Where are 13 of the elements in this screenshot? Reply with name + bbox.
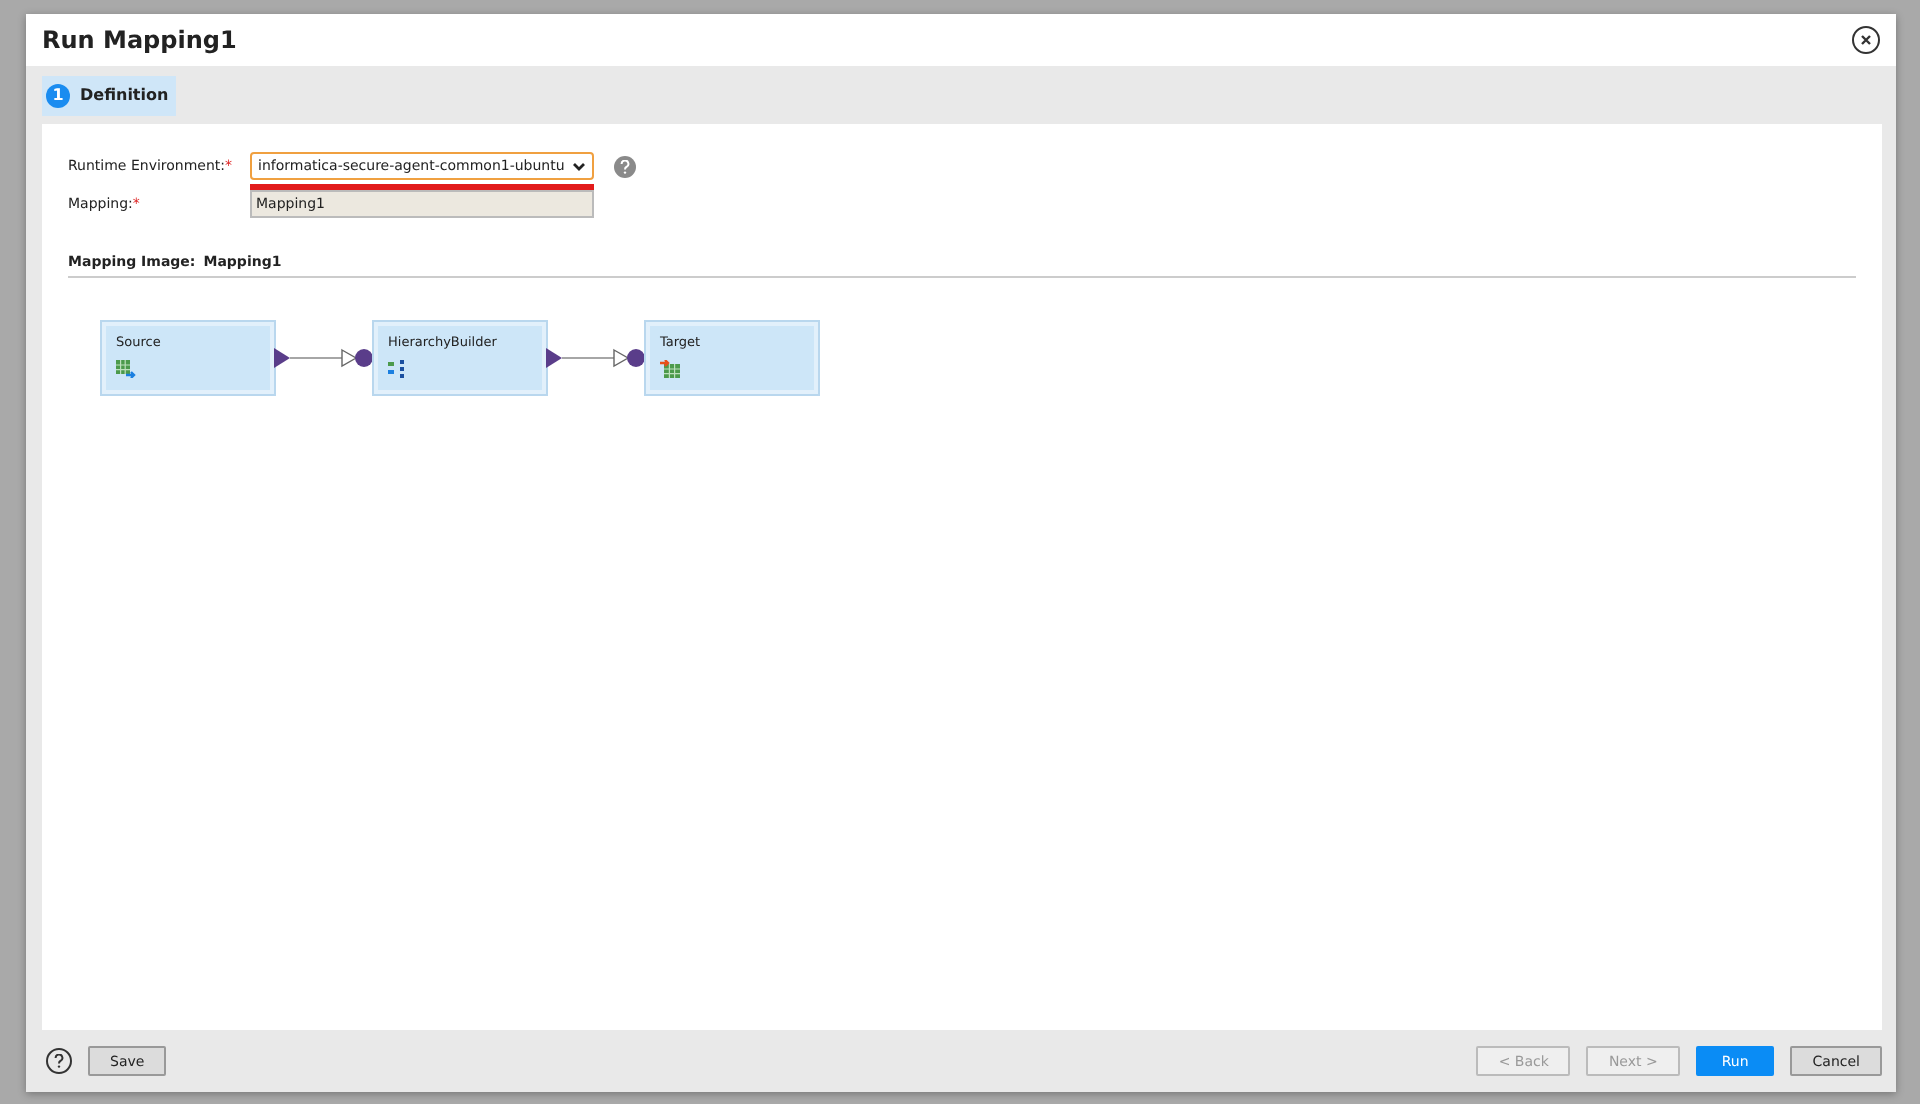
table-arrow-icon — [660, 360, 680, 378]
step-label: Definition — [80, 86, 169, 104]
connector-drawing — [546, 346, 646, 370]
table-arrow-icon — [116, 360, 136, 378]
chevron-down-icon — [572, 161, 586, 171]
hierarchy-icon — [388, 360, 408, 378]
step-tab[interactable]: 1 Definition — [42, 75, 177, 115]
help-icon[interactable] — [46, 1048, 72, 1074]
step-number: 1 — [46, 83, 70, 107]
close-button[interactable] — [1852, 26, 1880, 54]
connector-drawing — [274, 346, 374, 370]
close-icon — [1860, 34, 1872, 46]
dialog-title: Run Mapping1 — [42, 26, 237, 54]
